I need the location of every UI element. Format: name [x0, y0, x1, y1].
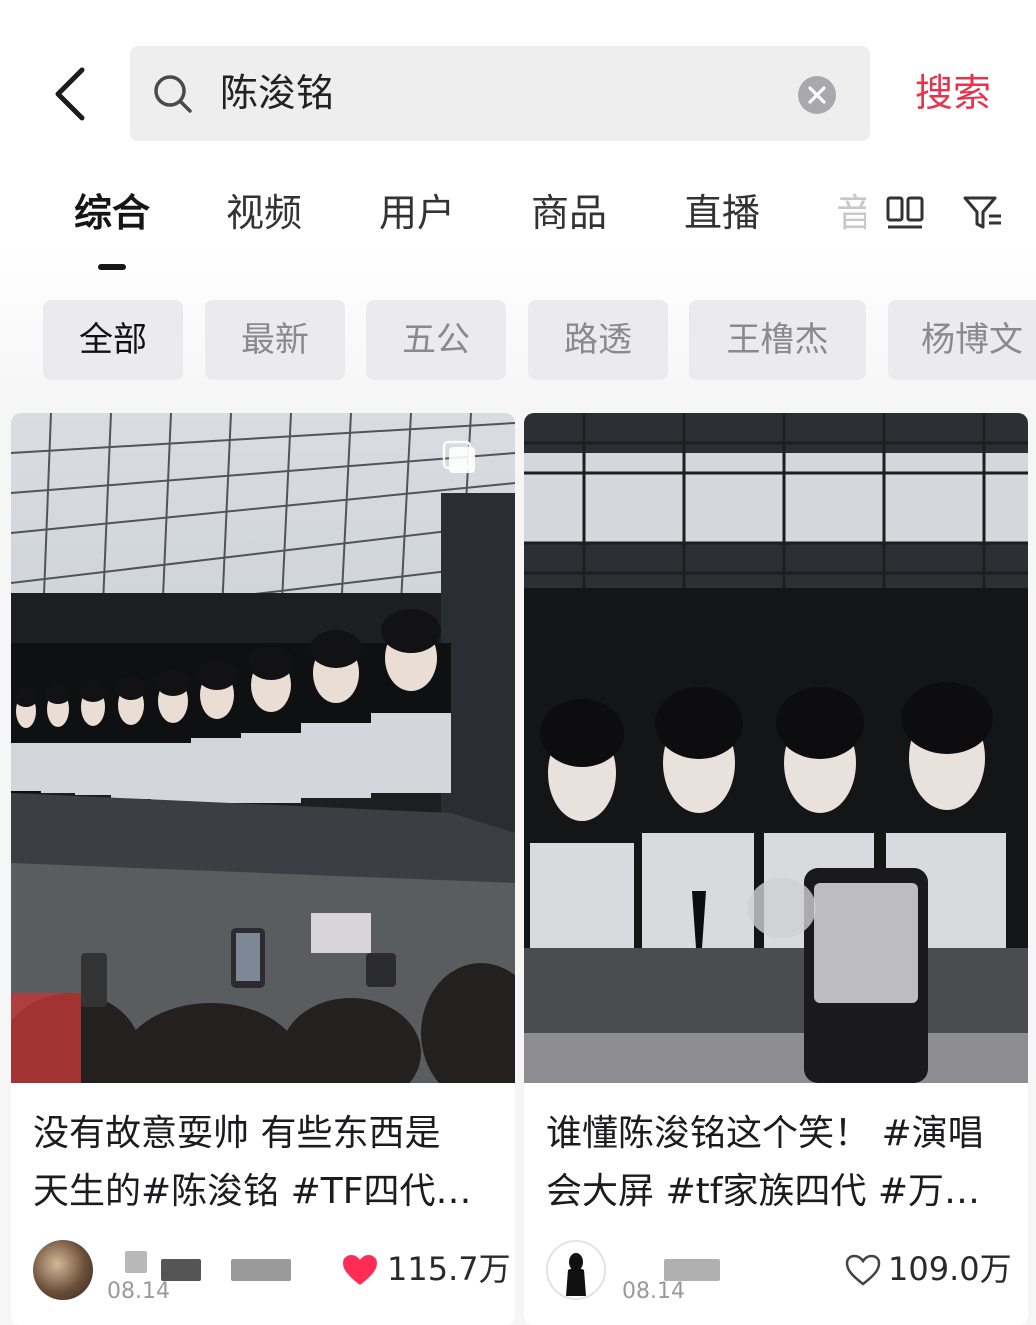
- chip-yang-bowen[interactable]: 杨博文: [888, 300, 1036, 380]
- avatar[interactable]: [546, 1240, 606, 1300]
- heart-outline-icon[interactable]: [844, 1253, 882, 1287]
- card-date: 08.14: [622, 1279, 685, 1304]
- search-icon: [154, 75, 192, 113]
- card-title-line: 谁懂陈浚铭这个笑！ #演唱: [546, 1113, 984, 1154]
- tab-users[interactable]: 用户: [379, 190, 455, 236]
- search-query-text[interactable]: 陈浚铭: [220, 70, 334, 116]
- chip-all[interactable]: 全部: [43, 300, 183, 380]
- result-card[interactable]: 没有故意耍帅 有些东西是 天生的#陈浚铭 #TF四代… 08.14 115.7万: [11, 413, 515, 1325]
- close-icon: [808, 86, 826, 104]
- tab-video[interactable]: 视频: [226, 190, 302, 236]
- author-name-blurred: [161, 1259, 201, 1281]
- chip-latest[interactable]: 最新: [205, 300, 345, 380]
- card-title: 谁懂陈浚铭这个笑！ #演唱 会大屏 #tf家族四代 #万…: [546, 1105, 1010, 1221]
- author-name-blurred[interactable]: [664, 1259, 720, 1281]
- result-card[interactable]: 谁懂陈浚铭这个笑！ #演唱 会大屏 #tf家族四代 #万… 08.14 109.…: [524, 413, 1028, 1325]
- chevron-left-icon: [55, 67, 85, 121]
- tab-live[interactable]: 直播: [684, 190, 760, 236]
- search-button[interactable]: 搜索: [915, 70, 991, 116]
- card-title-line: 会大屏 #tf家族四代 #万…: [546, 1171, 981, 1212]
- author-name-blurred[interactable]: [125, 1251, 147, 1273]
- card-title: 没有故意耍帅 有些东西是 天生的#陈浚铭 #TF四代…: [33, 1105, 497, 1221]
- silhouette-icon: [566, 1253, 586, 1296]
- multi-image-icon: [442, 440, 475, 473]
- card-title-line: 天生的#陈浚铭 #TF四代…: [33, 1171, 472, 1212]
- active-tab-indicator: [98, 264, 126, 270]
- card-date: 08.14: [107, 1279, 170, 1304]
- like-count: 115.7万: [387, 1250, 511, 1288]
- tab-products[interactable]: 商品: [531, 190, 607, 236]
- card-title-line: 没有故意耍帅 有些东西是: [33, 1113, 441, 1154]
- tab-comprehensive[interactable]: 综合: [74, 190, 150, 236]
- chip-wugong[interactable]: 五公: [366, 300, 506, 380]
- search-input[interactable]: 陈浚铭: [130, 46, 870, 141]
- tab-music[interactable]: 音: [836, 190, 866, 236]
- back-button[interactable]: [46, 60, 102, 128]
- concert-photo: [11, 413, 515, 1083]
- heart-filled-icon[interactable]: [341, 1253, 379, 1287]
- like-count: 109.0万: [888, 1250, 1012, 1288]
- concert-photo: [524, 413, 1028, 1083]
- chip-wang-lujie[interactable]: 王橹杰: [689, 300, 866, 380]
- clear-search-button[interactable]: [798, 76, 836, 114]
- chip-lutou[interactable]: 路透: [528, 300, 668, 380]
- avatar[interactable]: [33, 1240, 93, 1300]
- author-name-blurred: [231, 1259, 291, 1281]
- grid-view-icon[interactable]: [886, 196, 924, 230]
- filter-icon[interactable]: [962, 194, 1004, 232]
